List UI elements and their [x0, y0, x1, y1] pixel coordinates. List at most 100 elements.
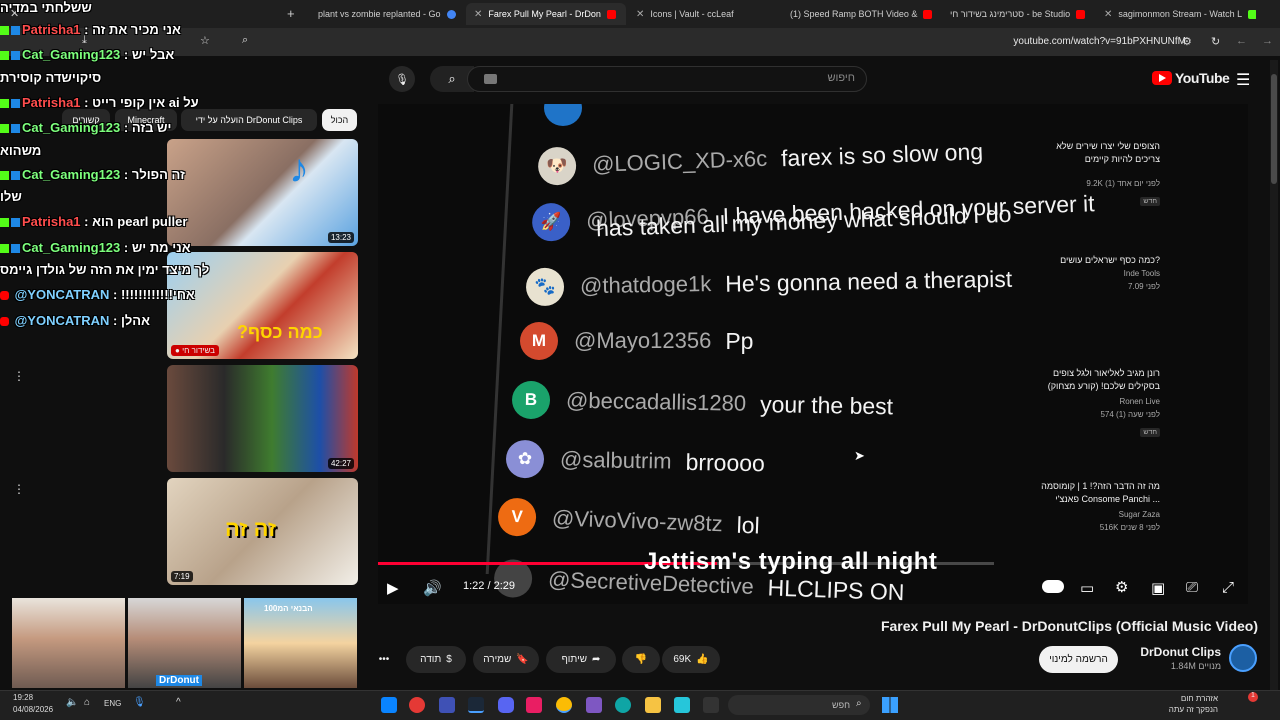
tab-1[interactable]: plant vs zombie replanted - Go: [310, 3, 460, 25]
taskbar-lang[interactable]: ENG: [104, 699, 121, 708]
chat-msg: משהוא: [0, 143, 42, 158]
chat-line: Patrisha1 : הוא pearl puller: [0, 214, 187, 229]
video-stats: 574 לפני שעה (1): [1100, 410, 1160, 419]
chat-user: Cat_Gaming123: [22, 240, 121, 255]
edge-icon[interactable]: [615, 697, 631, 713]
mouse-cursor-icon: ➤: [854, 448, 865, 463]
video-thumbnail[interactable]: 42:27: [167, 365, 358, 472]
video-meta[interactable]: הצופים שלי יצרו שירים שלא צריכים להיות ק…: [1056, 140, 1160, 208]
share-button[interactable]: שיתוף ➦: [546, 646, 616, 673]
weather-widget[interactable]: אזהרת חום הנפקך זה עתה: [1169, 693, 1218, 715]
save-button[interactable]: שמירה 🔖: [473, 646, 539, 673]
tab-6[interactable]: ✕ sagimonmon Stream - Watch L: [1096, 3, 1256, 25]
comment-row: V @VivoVivo-zw8tz lol: [497, 497, 760, 544]
steam-icon[interactable]: [468, 697, 484, 713]
windows-taskbar: [0, 690, 1280, 720]
video-stats: 516K לפני 8 שנים: [1099, 523, 1160, 532]
page-scrollbar[interactable]: [1270, 60, 1278, 690]
miniplayer-icon[interactable]: ▣: [1151, 579, 1165, 597]
close-tab-icon[interactable]: ✕: [474, 9, 482, 20]
comment-handle: @beccadallis1280: [565, 387, 747, 416]
app-icon[interactable]: [586, 697, 602, 713]
close-tab-icon[interactable]: ✕: [1104, 9, 1112, 20]
app-icon[interactable]: [439, 697, 455, 713]
forward-icon[interactable]: ←: [1236, 35, 1247, 47]
search-input[interactable]: [467, 66, 867, 92]
tab-label: plant vs zombie replanted - Go: [318, 9, 441, 19]
chat-msg: : !!!!!!!!!!!!אחי: [109, 287, 195, 302]
app-icon[interactable]: [674, 697, 690, 713]
youtube-logo[interactable]: YouTube: [1152, 70, 1230, 86]
chat-msg: : אני מת יש: [120, 240, 191, 255]
thumbnail-caption: ?כמה כסף: [237, 322, 323, 342]
chat-user: Cat_Gaming123: [22, 167, 121, 182]
tab-5[interactable]: סטרימינג בשידור חי - be Studio: [942, 3, 1092, 25]
more-options-icon[interactable]: ⋮: [13, 369, 25, 383]
taskbar-search[interactable]: חפש: [728, 695, 870, 715]
chat-msg: : יש בזה: [120, 120, 172, 135]
network-icon[interactable]: ⌂: [84, 697, 90, 708]
kick-badge-icon: [0, 244, 9, 254]
discord-icon[interactable]: [498, 697, 514, 713]
chip-uploaded-by[interactable]: הועלה על ידי DrDonut Clips: [181, 109, 317, 131]
close-tab-icon[interactable]: ✕: [636, 9, 644, 20]
fullscreen-icon[interactable]: ⤢: [1222, 579, 1234, 596]
zoom-icon[interactable]: ⌕: [242, 34, 248, 47]
video-meta[interactable]: כמה כסף ישראלים עושים? Inde Tools לפני 7…: [1060, 254, 1160, 293]
more-options-icon[interactable]: ⋮: [13, 482, 25, 496]
cast-icon[interactable]: ⎚: [1186, 579, 1198, 596]
file-explorer-icon[interactable]: [645, 697, 661, 713]
volume-icon[interactable]: 🔊: [423, 579, 442, 597]
more-actions-button[interactable]: •••: [370, 646, 398, 673]
google-icon: [446, 9, 456, 19]
tray-overflow-icon[interactable]: ^: [176, 697, 181, 708]
dislike-button[interactable]: 👎: [622, 646, 660, 673]
autoplay-toggle[interactable]: [1042, 580, 1064, 593]
tab-2[interactable]: ✕ Farex Pull My Pearl - DrDon: [466, 3, 626, 25]
comment-avatar: 🐶: [537, 146, 577, 186]
video-title-line1: רונן מגיב לאליאור ולגל צופים: [1053, 368, 1160, 378]
bookmark-star-icon[interactable]: ☆: [200, 34, 210, 47]
comment-row: 🐶 @LOGIC_XD-x6c farex is so slow ong: [537, 132, 983, 186]
like-button[interactable]: 69K 👍: [662, 646, 720, 673]
chrome-icon[interactable]: [556, 697, 572, 713]
app-icon[interactable]: [526, 697, 542, 713]
scrollbar-thumb[interactable]: [1271, 74, 1277, 184]
settings-gear-icon[interactable]: ⚙: [1115, 578, 1128, 596]
subscribe-button[interactable]: הרשמה למינוי: [1039, 646, 1118, 673]
windows-start-icon[interactable]: [882, 697, 898, 713]
thanks-button[interactable]: תודה $: [406, 646, 466, 673]
mic-tray-icon[interactable]: 🎙: [133, 697, 146, 708]
reload-icon[interactable]: ↻: [1211, 35, 1220, 48]
back-icon[interactable]: →: [1262, 35, 1273, 47]
comment-avatar: B: [511, 380, 551, 420]
badge-icon: [11, 171, 20, 181]
video-meta[interactable]: מה זה הדבר הזה?! 1 | קומוסמה פאנצ'י Cons…: [1041, 480, 1160, 534]
volume-tray-icon[interactable]: 🔈: [66, 697, 78, 708]
chat-msg: : זה הפולר: [120, 167, 185, 182]
comment-row: 🐾 @thatdoge1k He's gonna need a therapis…: [525, 260, 1013, 307]
url-text[interactable]: youtube.com/watch?v=91bPXHNUNfM: [1013, 36, 1186, 47]
app-icon[interactable]: [409, 697, 425, 713]
keyboard-icon[interactable]: [484, 74, 497, 84]
video-thumbnail[interactable]: זה זה 7:19: [167, 478, 358, 585]
tab-4[interactable]: (1) Speed Ramp BOTH Video &: [782, 3, 937, 25]
play-button[interactable]: ▶: [387, 579, 399, 597]
tab-label: Farex Pull My Pearl - DrDon: [488, 9, 601, 19]
taskbar-clock[interactable]: 19:28 04/08/2026: [13, 692, 53, 716]
channel-name[interactable]: DrDonut Clips: [1140, 645, 1221, 659]
comment-text: HLCLIPS ON: [767, 573, 905, 604]
hamburger-menu-icon[interactable]: ☰: [1236, 70, 1250, 90]
app-icon[interactable]: [381, 697, 397, 713]
app-icon[interactable]: [703, 697, 719, 713]
voice-search-button[interactable]: 🎙: [389, 66, 415, 92]
tab-3[interactable]: ✕ Icons | Vault - ccLeaf: [628, 3, 778, 25]
share-icon: ➦: [592, 654, 601, 665]
video-thumbnail[interactable]: ♪ 13:23: [167, 139, 358, 246]
channel-avatar[interactable]: [1229, 644, 1257, 672]
new-tab-button[interactable]: +: [287, 6, 295, 21]
subtitles-icon[interactable]: ▭: [1080, 579, 1094, 597]
video-meta[interactable]: רונן מגיב לאליאור ולגל צופים בסקילים שלכ…: [1048, 367, 1160, 439]
subscriber-count: 1.84M מנויים: [1170, 661, 1221, 671]
chip-all[interactable]: הכול: [322, 109, 357, 131]
